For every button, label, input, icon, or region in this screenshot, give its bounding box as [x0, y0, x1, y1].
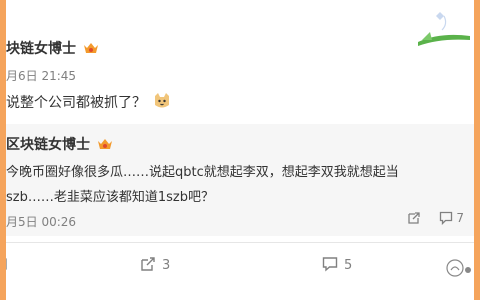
post-author[interactable]: 块链女博士 [6, 38, 99, 58]
repost-timestamp[interactable]: 月5日 00:26 [6, 213, 76, 230]
decoration-image [418, 12, 470, 46]
share-icon [408, 212, 420, 224]
cat-emoji-icon [155, 93, 170, 108]
vip-badge-icon [83, 43, 98, 53]
weibo-post-card: 块链女博士 月6日 21:45 说整个公司都被抓了？ 区块链女博士 今晚币圈好像… [6, 0, 474, 300]
watermark-logo [446, 259, 471, 277]
vip-badge-icon [97, 139, 112, 149]
repost-share-button[interactable] [407, 211, 421, 225]
repost-author-name[interactable]: 区块链女博士 [6, 137, 90, 153]
post-action-bar: 3 5 [6, 250, 474, 280]
share-button[interactable]: 3 [140, 256, 170, 273]
post-timestamp[interactable]: 月6日 21:45 [6, 67, 76, 84]
repost-author[interactable]: 区块链女博士 [6, 134, 113, 154]
comment-icon [439, 211, 452, 225]
repost-text-line: szb……老韭菜应该都知道1szb吧？ [6, 190, 214, 205]
repost-text-line: 今晚币圈好像很多瓜……说起qbtc就想起李双，想起李双我就想起当 [6, 165, 399, 180]
post-text-content: 说整个公司都被抓了？ [6, 95, 146, 111]
divider [6, 242, 474, 243]
comment-button[interactable]: 5 [322, 256, 352, 273]
share-count: 3 [162, 258, 171, 273]
collect-button[interactable] [6, 256, 10, 273]
share-icon [141, 257, 155, 271]
repost-comment-button[interactable]: 7 [439, 211, 464, 225]
repost-actions: 7 [393, 211, 464, 225]
comment-icon [322, 257, 338, 272]
star-icon [6, 258, 7, 270]
repost-comment-count: 7 [456, 211, 464, 225]
comment-count: 5 [344, 258, 353, 273]
repost-block[interactable]: 区块链女博士 今晚币圈好像很多瓜……说起qbtc就想起李双，想起李双我就想起当 … [6, 124, 474, 236]
post-text: 说整个公司都被抓了？ [6, 91, 172, 112]
post-author-name[interactable]: 块链女博士 [6, 41, 76, 57]
